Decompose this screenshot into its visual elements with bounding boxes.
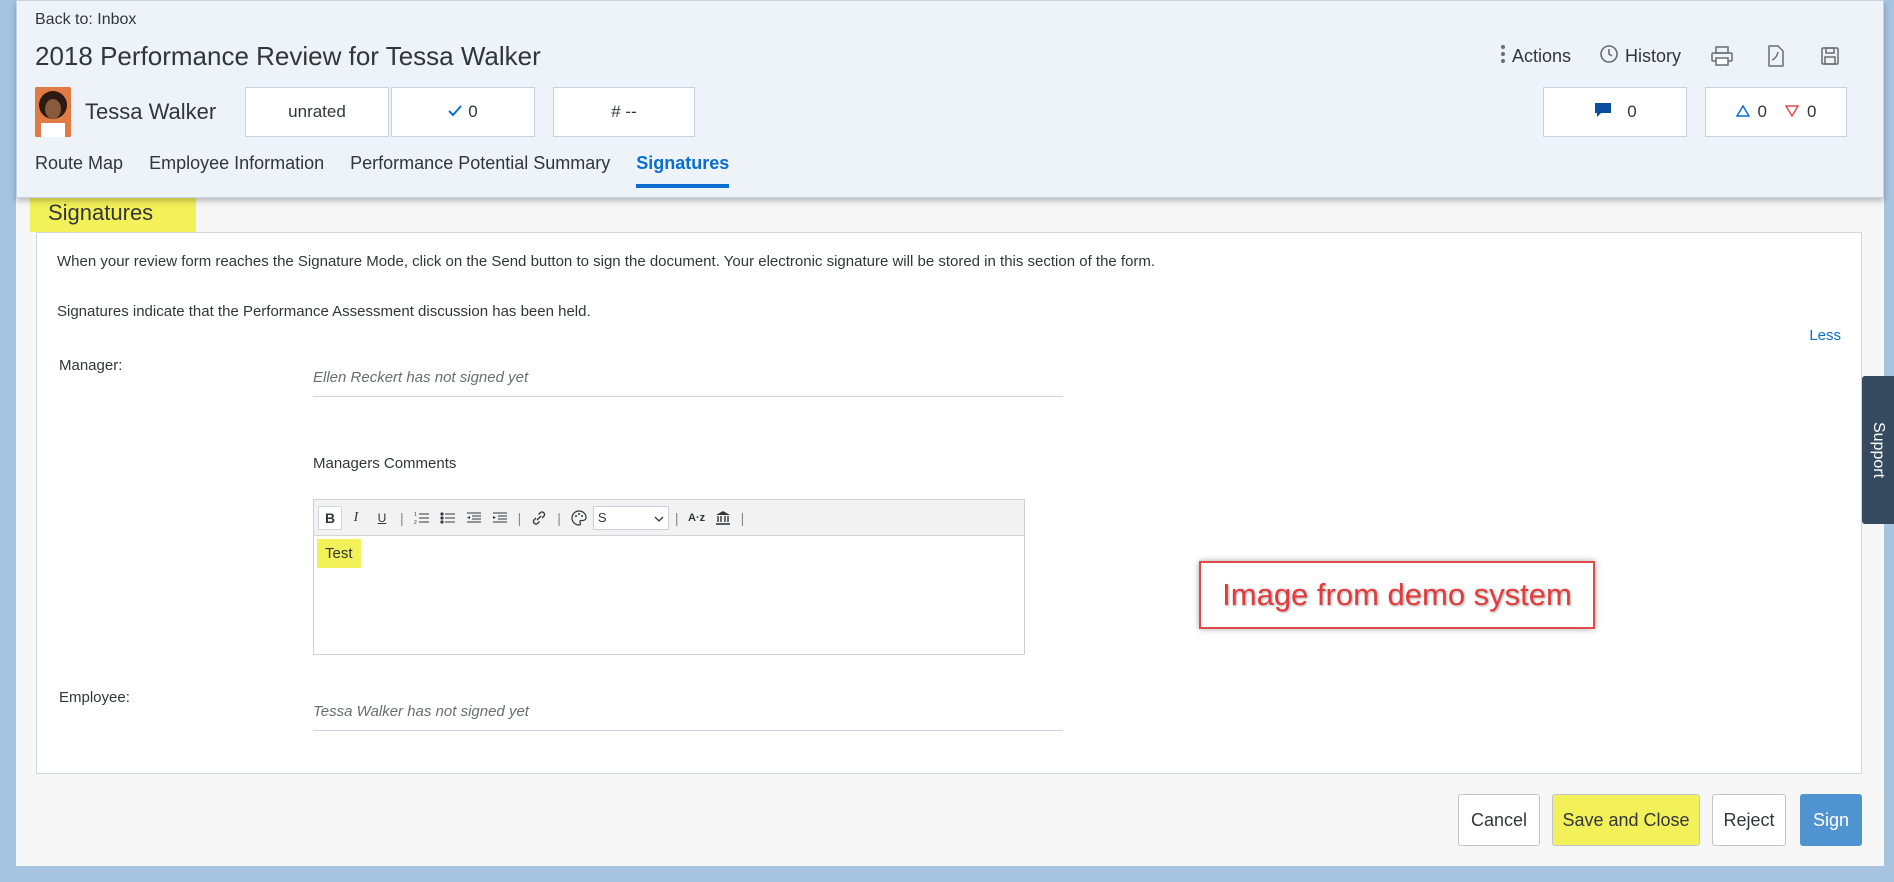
header-actions: Actions History [1500,43,1843,69]
export-pdf-icon[interactable] [1763,43,1789,69]
comments-count: 0 [1627,102,1637,121]
bullet-list-icon[interactable] [436,506,460,530]
svg-text:2: 2 [414,520,417,525]
checkmark-icon [448,102,463,122]
print-icon[interactable] [1709,43,1735,69]
toolbar-separator: | [674,509,679,526]
checks-count: 0 [468,102,478,121]
up-count: 0 [1757,102,1767,121]
employee-name: Tessa Walker [85,99,217,124]
hash-box[interactable]: # -- [553,87,695,137]
chevron-down-icon [654,510,664,525]
demo-annotation: Image from demo system [1199,561,1595,629]
manager-label: Manager: [59,357,123,374]
rating-box[interactable]: unrated [245,87,389,137]
font-size-value: S [597,510,607,525]
support-label: Support [1870,421,1888,479]
reject-button[interactable]: Reject [1712,794,1786,846]
history-button[interactable]: History [1599,44,1681,69]
save-and-close-button[interactable]: Save and Close [1552,794,1700,846]
numbered-list-icon[interactable]: 12 [410,506,434,530]
section-tabs: Route Map Employee Information Performan… [35,153,730,188]
hash-value: # -- [611,102,637,121]
toolbar-separator: | [557,509,561,526]
back-to-inbox-link[interactable]: Back to: Inbox [35,11,136,29]
history-label: History [1624,45,1681,66]
link-icon[interactable] [527,506,551,530]
toolbar-separator: | [400,509,404,526]
tab-route-map[interactable]: Route Map [35,153,123,188]
rating-label: unrated [288,102,346,121]
employee-signature-status: Tessa Walker has not signed yet [313,703,1063,731]
speech-bubble-icon [1593,101,1613,124]
underline-icon[interactable]: U [370,506,394,530]
tab-employee-information[interactable]: Employee Information [149,153,324,188]
sign-button[interactable]: Sign [1800,794,1862,846]
support-tab[interactable]: Support [1862,376,1894,524]
managers-comments-editor[interactable]: B I U | 12 | | S | A·z | Test [313,499,1025,655]
managers-comments-label: Managers Comments [313,455,457,472]
italic-icon[interactable]: I [344,506,368,530]
completed-count-box[interactable]: 0 [391,87,535,137]
cancel-button[interactable]: Cancel [1458,794,1540,846]
employee-label: Employee: [59,689,130,706]
indent-icon[interactable] [488,506,512,530]
page-title: 2018 Performance Review for Tessa Walker [35,41,541,71]
avatar [35,87,71,137]
section-title: Signatures [30,196,196,232]
svg-text:1: 1 [414,512,417,518]
tab-performance-potential-summary[interactable]: Performance Potential Summary [350,153,610,188]
comment-text: Test [317,539,361,568]
actions-label: Actions [1511,45,1571,66]
save-icon[interactable] [1817,43,1843,69]
intro-text-2: Signatures indicate that the Performance… [57,303,591,320]
actions-menu[interactable]: Actions [1500,44,1571,69]
font-size-select[interactable]: S [592,505,669,530]
manager-signature-status: Ellen Reckert has not signed yet [313,369,1063,397]
toolbar-separator: | [517,509,522,526]
form-header: Back to: Inbox 2018 Performance Review f… [16,0,1884,198]
outdent-icon[interactable] [462,506,486,530]
employee-info: Tessa Walker [35,87,216,137]
toolbar-separator: | [740,509,745,526]
library-icon[interactable] [711,506,735,530]
spellcheck-icon[interactable]: A·z [685,506,709,530]
down-count: 0 [1807,102,1817,121]
more-vertical-icon [1500,44,1506,69]
triangle-up-icon [1735,102,1750,122]
intro-text-1: When your review form reaches the Signat… [57,253,1156,270]
goal-changes-box[interactable]: 0 0 [1705,87,1847,137]
editor-toolbar: B I U | 12 | | S | A·z | [314,500,1024,536]
clock-icon [1599,44,1619,69]
triangle-down-icon [1784,102,1800,122]
tab-signatures[interactable]: Signatures [636,153,730,188]
color-palette-icon[interactable] [567,506,591,530]
signatures-section: When your review form reaches the Signat… [36,232,1862,774]
comments-box[interactable]: 0 [1543,87,1687,137]
less-link[interactable]: Less [1809,327,1841,344]
bold-icon[interactable]: B [318,505,342,530]
